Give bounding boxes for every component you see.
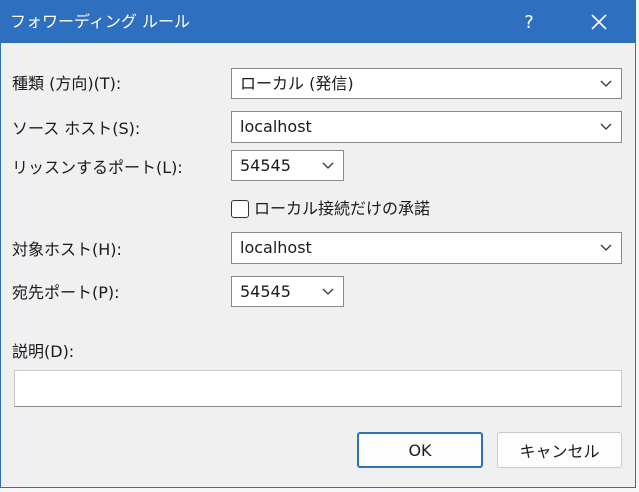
listen-port-value: 54545	[240, 155, 291, 175]
target-host-label: 対象ホスト(H):	[12, 240, 122, 259]
chevron-down-icon	[322, 288, 334, 295]
help-button[interactable]: ?	[503, 1, 555, 43]
source-host-value: localhost	[240, 117, 312, 136]
cancel-button[interactable]: キャンセル	[497, 432, 622, 468]
close-icon	[591, 14, 607, 30]
target-host-value: localhost	[240, 238, 312, 257]
chevron-down-icon	[322, 162, 334, 169]
close-button[interactable]	[573, 1, 625, 43]
dest-port-value: 54545	[240, 281, 291, 301]
local-only-label: ローカル接続だけの承諾	[254, 199, 431, 218]
description-input[interactable]	[14, 370, 622, 407]
local-only-checkbox[interactable]	[231, 200, 249, 218]
target-host-combo[interactable]: localhost	[231, 232, 622, 264]
local-only-option[interactable]: ローカル接続だけの承諾	[231, 198, 430, 220]
ok-button[interactable]: OK	[357, 432, 483, 468]
dest-port-label: 宛先ポート(P):	[12, 283, 120, 302]
chevron-down-icon	[600, 80, 612, 87]
description-label: 説明(D):	[12, 342, 75, 361]
source-host-label: ソース ホスト(S):	[12, 119, 141, 138]
listen-port-combo[interactable]: 54545	[231, 150, 344, 181]
forwarding-rule-dialog: フォワーディング ルール ? 種類 (方向)(T): ローカル (発信) ソース…	[0, 0, 636, 488]
background-window-bottom	[0, 488, 639, 492]
window-title: フォワーディング ルール	[10, 12, 190, 31]
help-icon: ?	[524, 11, 534, 33]
chevron-down-icon	[600, 244, 612, 251]
source-host-combo[interactable]: localhost	[231, 111, 622, 143]
type-select[interactable]: ローカル (発信)	[231, 68, 622, 99]
type-value: ローカル (発信)	[240, 73, 354, 93]
listen-port-label: リッスンするポート(L):	[12, 158, 183, 177]
title-bar: フォワーディング ルール ?	[1, 1, 635, 43]
type-label: 種類 (方向)(T):	[12, 74, 122, 93]
dest-port-combo[interactable]: 54545	[231, 276, 344, 307]
chevron-down-icon	[600, 123, 612, 130]
